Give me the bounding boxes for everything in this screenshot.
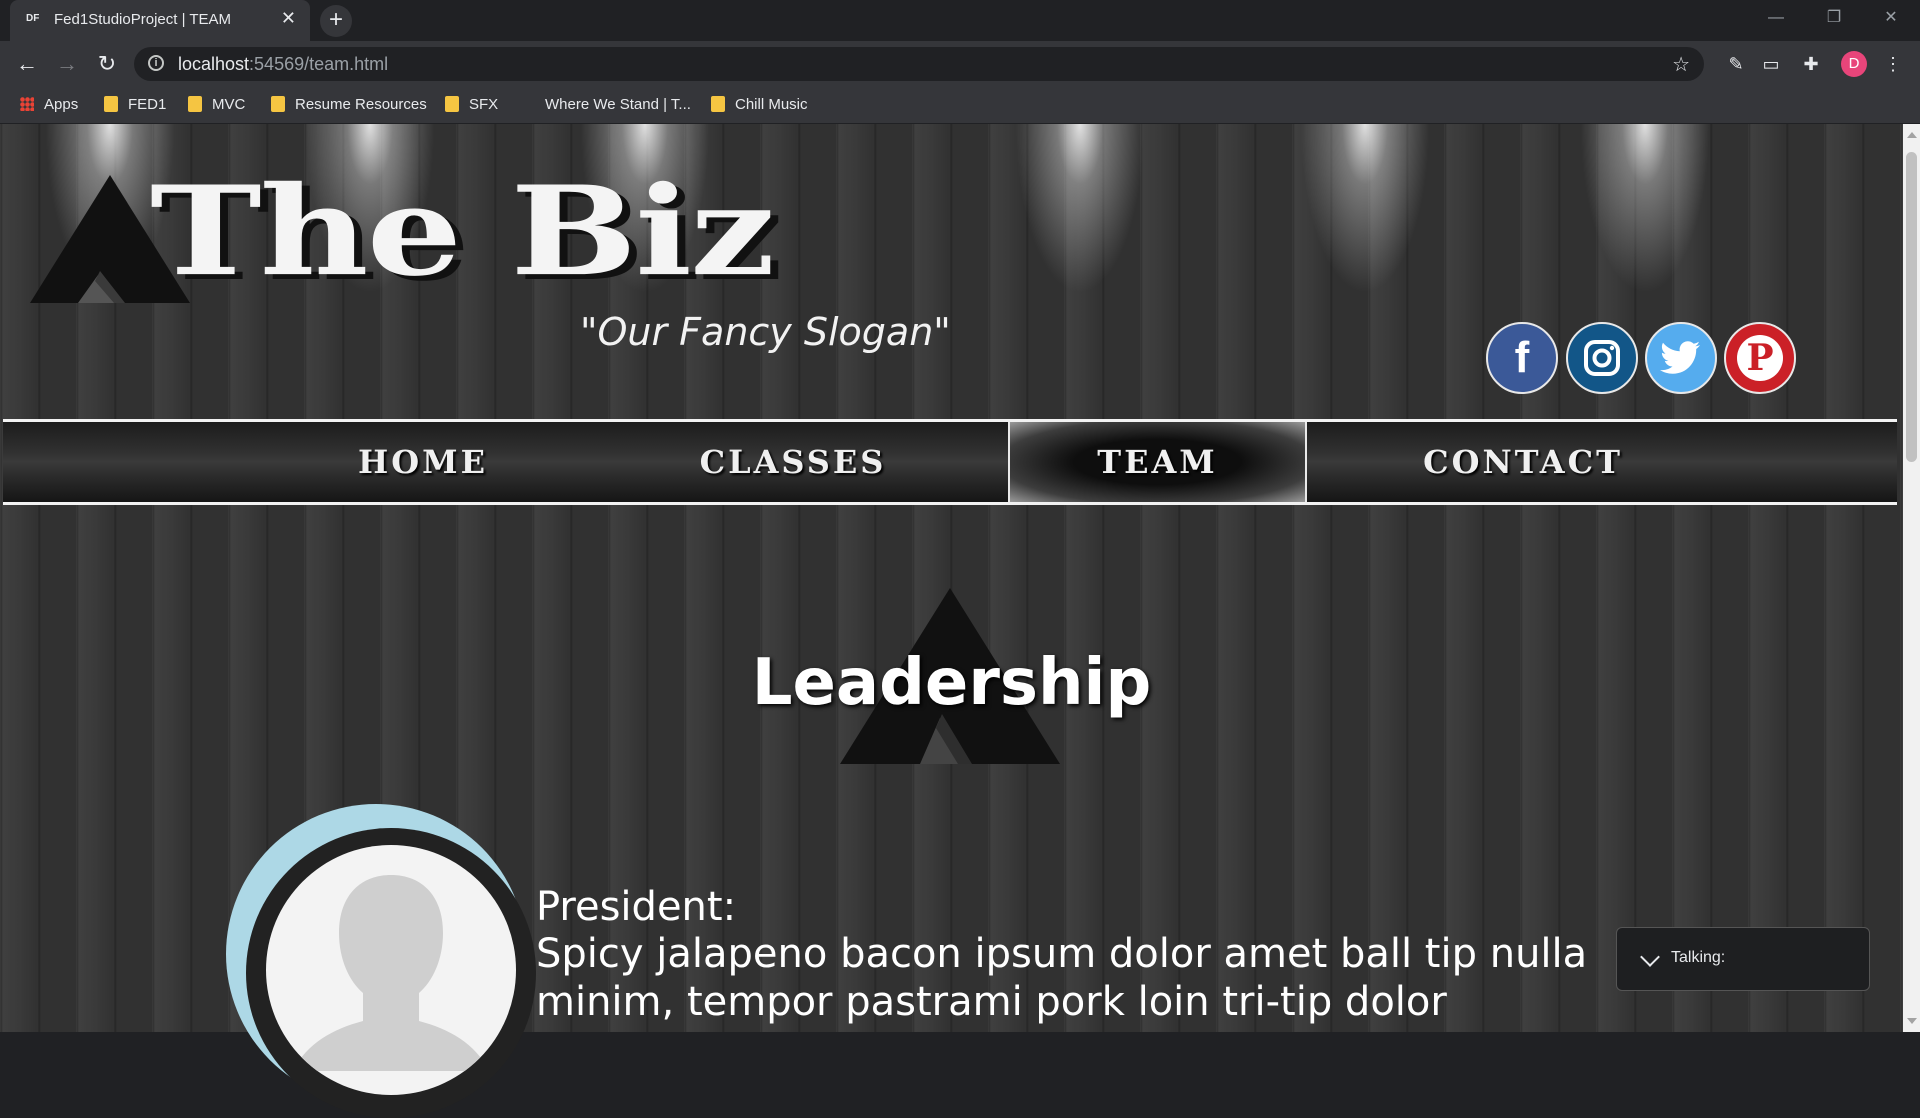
extensions-puzzle-icon[interactable]: ✚ <box>1800 53 1822 75</box>
extension-screen-icon[interactable]: ▭ <box>1760 53 1782 75</box>
tab-title: Fed1StudioProject | TEAM <box>54 11 232 28</box>
folder-icon <box>445 96 459 112</box>
pinterest-glyph: P <box>1737 335 1783 381</box>
address-bar[interactable]: i localhost:54569/team.html ☆ <box>134 47 1704 81</box>
twitter-icon[interactable] <box>1645 322 1717 394</box>
bookmark-label: Resume Resources <box>295 96 427 113</box>
browser-toolbar: ← → ↻ i localhost:54569/team.html ☆ ✎ ▭ … <box>0 41 1920 87</box>
folder-icon <box>711 96 725 112</box>
url-path: :54569/team.html <box>249 54 389 74</box>
url-text[interactable]: localhost:54569/team.html <box>178 54 388 75</box>
site-info-icon[interactable]: i <box>148 55 164 71</box>
member-role: President: <box>536 884 737 930</box>
reload-button[interactable]: ↻ <box>92 49 122 79</box>
facebook-glyph: f <box>1514 333 1530 382</box>
avatar <box>266 845 516 1095</box>
member-bio: Spicy jalapeno bacon ipsum dolor amet ba… <box>536 931 1588 1025</box>
bookmark-label: Where We Stand | T... <box>545 96 691 113</box>
talking-widget[interactable]: Talking: <box>1616 927 1870 991</box>
url-host: localhost <box>178 54 250 74</box>
chevron-down-icon[interactable] <box>1640 947 1660 967</box>
nav-team[interactable]: TEAM <box>1008 422 1307 502</box>
new-tab-button[interactable]: + <box>320 5 352 37</box>
bookmark-star-icon[interactable]: ☆ <box>1672 52 1690 77</box>
profile-avatar[interactable]: D <box>1841 51 1867 77</box>
instagram-icon[interactable] <box>1566 322 1638 394</box>
pinterest-icon[interactable]: P <box>1724 322 1796 394</box>
bookmark-label: MVC <box>212 96 246 113</box>
folder-icon <box>188 96 202 112</box>
browser-tab[interactable]: DF Fed1StudioProject | TEAM ✕ <box>10 0 310 41</box>
bookmark-mvc[interactable]: MVC <box>188 95 245 115</box>
section-title: Leadership <box>751 646 1152 720</box>
spotlight <box>1580 124 1710 294</box>
talking-label: Talking: <box>1671 949 1726 966</box>
menu-kebab-icon[interactable]: ⋮ <box>1882 53 1904 75</box>
spotlight <box>1300 124 1430 294</box>
instagram-glyph-icon <box>1584 340 1620 376</box>
extension-eyedropper-icon[interactable]: ✎ <box>1725 53 1747 75</box>
bookmark-label: SFX <box>469 96 499 113</box>
brand-title[interactable]: The Biz <box>150 170 775 293</box>
scroll-up-arrow-icon[interactable] <box>1907 132 1917 138</box>
bookmark-label: FED1 <box>128 96 167 113</box>
tab-favicon-icon: DF <box>26 13 40 24</box>
nav-contact[interactable]: CONTACT <box>1373 422 1673 502</box>
restore-button[interactable]: ❐ <box>1805 0 1863 36</box>
folder-icon <box>271 96 285 112</box>
bookmark-sfx[interactable]: SFX <box>445 95 498 115</box>
site-slogan: "Our Fancy Slogan" <box>580 310 951 354</box>
window-close-button[interactable]: ✕ <box>1862 0 1920 36</box>
bookmarks-bar: Apps FED1 MVC Resume Resources SFX Where… <box>0 87 1920 124</box>
back-button[interactable]: ← <box>12 49 42 79</box>
nav-classes[interactable]: CLASSES <box>643 422 943 502</box>
scrollbar-thumb[interactable] <box>1906 152 1917 462</box>
bookmark-label: Chill Music <box>735 96 808 113</box>
person-silhouette-icon <box>293 875 489 1071</box>
spotlight <box>1015 124 1145 294</box>
apps-grid-icon <box>20 97 34 111</box>
bookmark-label: Apps <box>44 96 79 113</box>
minimize-button[interactable]: — <box>1747 0 1805 36</box>
main-nav: HOME CLASSES TEAM CONTACT <box>3 419 1897 505</box>
nav-home[interactable]: HOME <box>273 422 573 502</box>
tab-strip: DF Fed1StudioProject | TEAM ✕ + — ❐ ✕ <box>0 0 1920 41</box>
bookmark-chill-music[interactable]: Chill Music <box>711 95 808 115</box>
tab-close-icon[interactable]: ✕ <box>281 8 296 29</box>
page-scrollbar[interactable] <box>1903 124 1920 1032</box>
bookmark-fed1[interactable]: FED1 <box>104 95 166 115</box>
facebook-icon[interactable]: f <box>1486 322 1558 394</box>
twitter-bird-icon <box>1660 341 1700 374</box>
folder-icon <box>104 96 118 112</box>
scroll-down-arrow-icon[interactable] <box>1907 1018 1917 1024</box>
forward-button[interactable]: → <box>52 49 82 79</box>
bookmark-resume-resources[interactable]: Resume Resources <box>271 95 427 115</box>
bookmark-where-we-stand[interactable]: Where We Stand | T... <box>545 95 691 115</box>
bookmark-apps[interactable]: Apps <box>20 95 78 115</box>
